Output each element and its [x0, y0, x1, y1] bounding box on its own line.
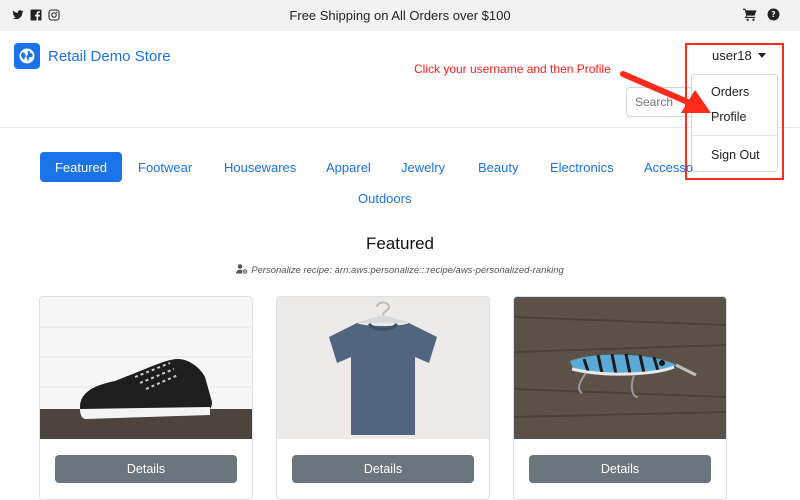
category-featured[interactable]: Featured — [40, 152, 122, 182]
cart-icon[interactable] — [743, 8, 757, 26]
globe-icon — [14, 43, 40, 69]
svg-text:?: ? — [771, 10, 775, 19]
shipping-promo: Free Shipping on All Orders over $100 — [289, 8, 511, 23]
details-button[interactable]: Details — [529, 455, 711, 483]
instruction-annotation: Click your username and then Profile — [414, 62, 611, 76]
personalize-recipe: Personalize recipe: arn:aws:personalize:… — [0, 264, 800, 277]
category-apparel[interactable]: Apparel — [326, 160, 371, 175]
store-name: Retail Demo Store — [48, 47, 171, 65]
category-housewares[interactable]: Housewares — [224, 160, 296, 175]
fishing-lure-image[interactable] — [514, 297, 726, 439]
category-footwear[interactable]: Footwear — [138, 160, 192, 175]
product-card: Details — [513, 296, 727, 500]
category-electronics[interactable]: Electronics — [550, 160, 614, 175]
category-jewelry[interactable]: Jewelry — [401, 160, 445, 175]
category-outdoors[interactable]: Outdoors — [358, 191, 411, 206]
recipe-text: Personalize recipe: arn:aws:personalize:… — [251, 265, 564, 277]
announcement-bar: Free Shipping on All Orders over $100 ? — [0, 0, 800, 31]
product-card: Details — [39, 296, 253, 500]
details-button[interactable]: Details — [55, 455, 237, 483]
store-logo[interactable]: Retail Demo Store — [14, 43, 171, 69]
help-icon[interactable]: ? — [767, 8, 780, 26]
product-card: Details — [276, 296, 490, 500]
t-shirt-image[interactable] — [277, 297, 489, 439]
section-title: Featured — [365, 234, 435, 253]
details-button[interactable]: Details — [292, 455, 474, 483]
category-beauty[interactable]: Beauty — [478, 160, 518, 175]
category-accessories[interactable]: Accesso — [644, 160, 693, 175]
category-nav: Featured Footwear Housewares Apparel Jew… — [0, 152, 800, 212]
topbar-actions: ? — [743, 8, 780, 26]
site-header: Retail Demo Store user18 — [0, 31, 800, 128]
sneaker-image[interactable] — [40, 297, 252, 439]
user-cog-icon — [236, 264, 248, 277]
